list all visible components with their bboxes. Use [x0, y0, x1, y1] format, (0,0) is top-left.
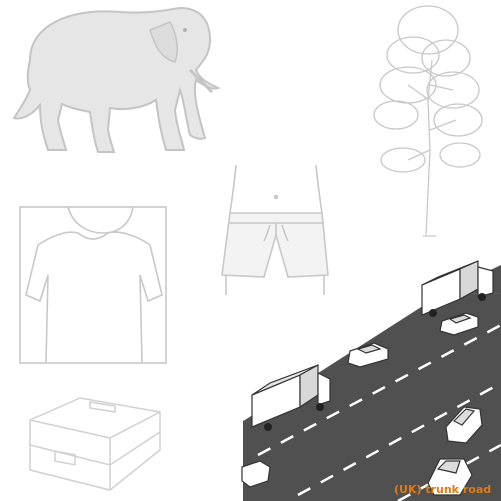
suitcase-icon [20, 390, 170, 495]
elephant-icon [0, 0, 225, 160]
trunk-road-caption: (UK) trunk road [394, 483, 492, 496]
tshirt-icon [18, 205, 168, 365]
trunk-road-illustration [238, 255, 501, 501]
tree-icon [368, 0, 501, 240]
